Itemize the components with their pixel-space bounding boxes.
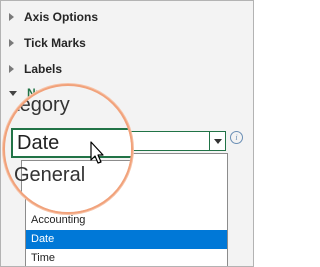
expand-arrow-icon bbox=[9, 13, 14, 21]
chevron-down-icon bbox=[213, 138, 222, 144]
format-axis-pane: Axis Options Tick Marks Labels Number i … bbox=[0, 0, 254, 267]
section-label: Labels bbox=[24, 62, 63, 76]
expand-arrow-icon bbox=[9, 65, 14, 73]
section-label: Axis Options bbox=[24, 10, 99, 24]
magnifier-callout: ategory Date General bbox=[3, 84, 133, 214]
mouse-pointer-icon bbox=[90, 141, 104, 164]
section-axis-options[interactable]: Axis Options bbox=[9, 8, 98, 26]
zoomed-list-item-general: General bbox=[14, 164, 86, 186]
zoomed-options-list: General bbox=[14, 160, 131, 212]
section-label: Tick Marks bbox=[24, 36, 86, 50]
list-item-accounting[interactable]: Accounting bbox=[26, 211, 227, 230]
dropdown-button[interactable] bbox=[209, 132, 225, 150]
expand-arrow-icon bbox=[9, 39, 14, 47]
section-tick-marks[interactable]: Tick Marks bbox=[9, 34, 86, 52]
section-labels[interactable]: Labels bbox=[9, 60, 62, 78]
list-item-time[interactable]: Time bbox=[26, 249, 227, 266]
list-item-date[interactable]: Date bbox=[26, 230, 227, 249]
zoomed-category-dropdown: Date bbox=[11, 128, 131, 158]
info-icon[interactable]: i bbox=[230, 131, 243, 144]
category-label: ategory bbox=[3, 94, 70, 116]
zoomed-selected-value: Date bbox=[17, 132, 60, 154]
